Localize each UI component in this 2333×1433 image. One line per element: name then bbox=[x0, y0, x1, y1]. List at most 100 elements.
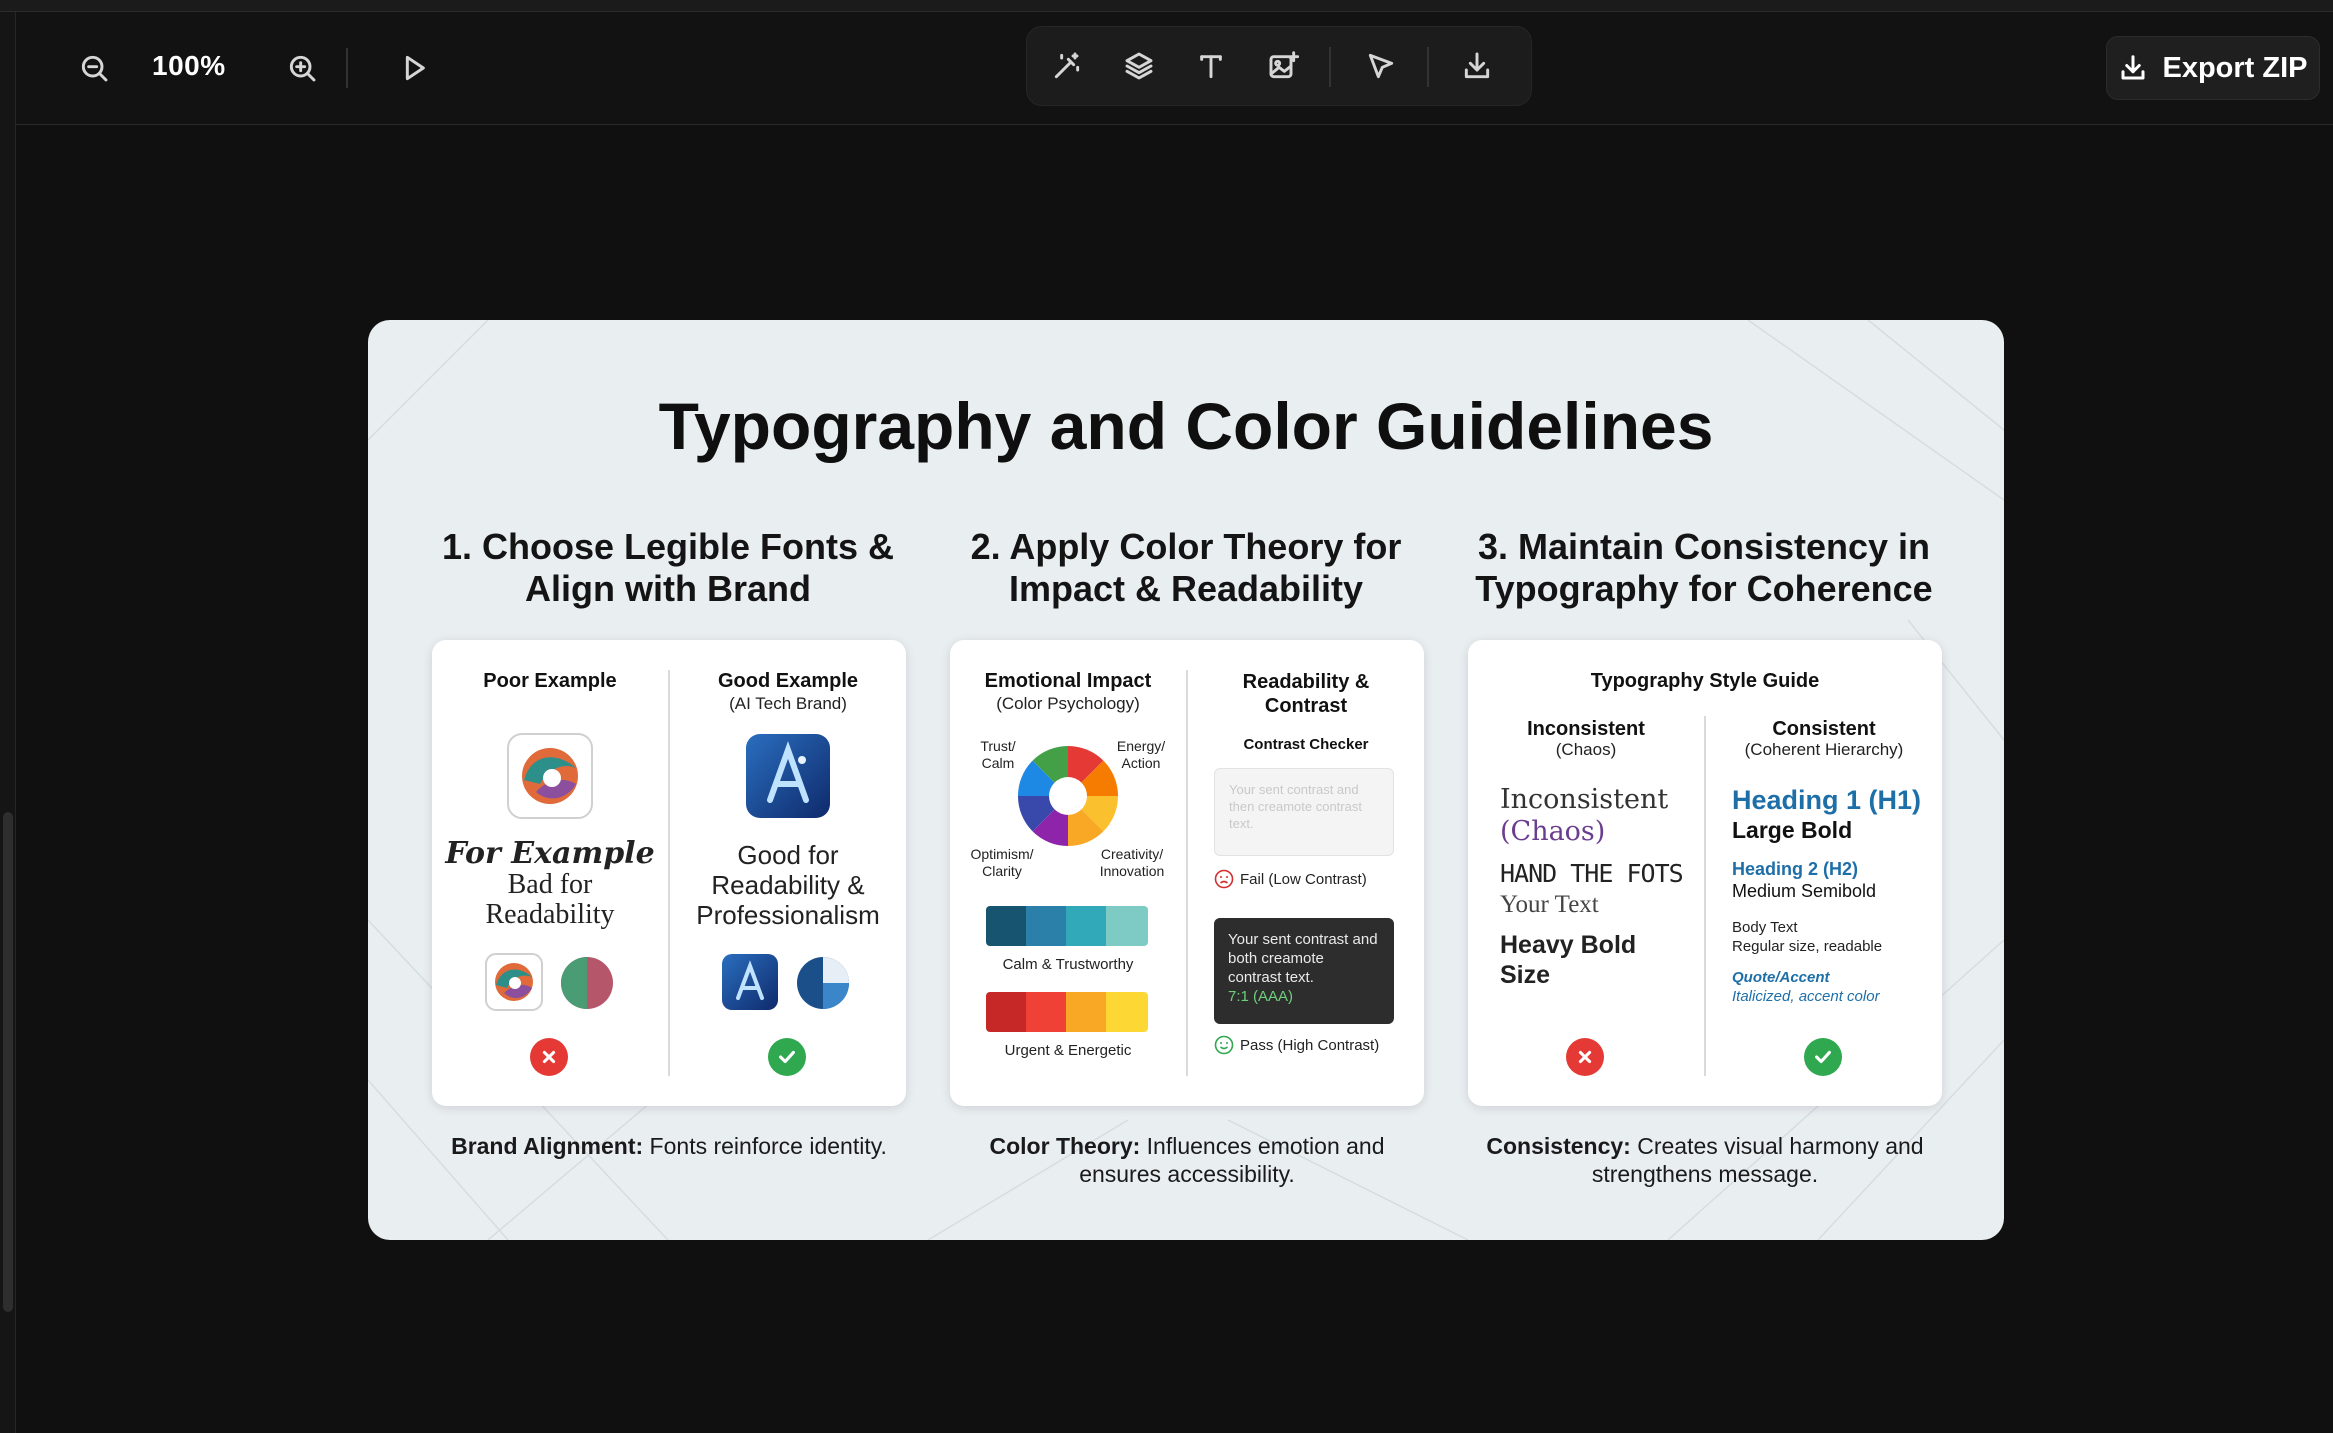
pass-label: Pass (High Contrast) bbox=[1240, 1036, 1380, 1054]
zoom-out-button[interactable] bbox=[66, 40, 122, 96]
quote-sample: Quote/Accent bbox=[1732, 969, 1830, 986]
fail-label: Fail (Low Contrast) bbox=[1240, 870, 1367, 888]
image-tool-button[interactable] bbox=[1255, 38, 1311, 94]
tool-separator bbox=[1329, 47, 1331, 87]
consistent-sub: (Coherent Hierarchy) bbox=[1744, 740, 1904, 759]
tool-separator bbox=[1427, 47, 1429, 87]
window-top-border bbox=[0, 0, 2333, 12]
column-2-caption: Color Theory: Influences emotion and ens… bbox=[927, 1132, 1447, 1188]
card-divider bbox=[1186, 670, 1188, 1076]
calm-palette-label: Calm & Trustworthy bbox=[1002, 956, 1134, 973]
good-example-sub: (AI Tech Brand) bbox=[729, 694, 847, 713]
readability-line: Readability & bbox=[1242, 671, 1370, 693]
contrast-ratio: 7:1 (AAA) bbox=[1228, 988, 1294, 1005]
caption-text: Influences emotion and bbox=[1140, 1133, 1385, 1159]
inconsistent-sub: (Chaos) bbox=[1555, 740, 1617, 759]
low-contrast-sample: Your sent contrast and then creamote con… bbox=[1214, 768, 1394, 856]
heading-line: 1. Choose Legible Fonts & bbox=[441, 526, 895, 567]
swatch bbox=[986, 906, 1027, 946]
good-mark-icon bbox=[768, 1038, 806, 1076]
swatch bbox=[1026, 992, 1067, 1032]
caption-bold: Color Theory: bbox=[989, 1133, 1141, 1159]
swatch bbox=[1066, 906, 1107, 946]
zoom-in-button[interactable] bbox=[274, 40, 330, 96]
smile-face-icon bbox=[1214, 1035, 1234, 1055]
calm-palette bbox=[986, 906, 1148, 946]
zoom-in-icon bbox=[289, 55, 316, 82]
heading-line: Impact & Readability bbox=[1008, 568, 1364, 609]
inc-caps-text: HAND THE FOTS bbox=[1500, 859, 1684, 888]
high-contrast-sample: Your sent contrast and both creamote con… bbox=[1214, 918, 1394, 1024]
good-logo-icon bbox=[746, 734, 830, 818]
caption-bold: Consistency: bbox=[1486, 1133, 1631, 1159]
inc-serif-text: Your Text bbox=[1500, 891, 1599, 918]
caption-text: Creates visual harmony and bbox=[1630, 1133, 1924, 1159]
bad-mark-icon bbox=[530, 1038, 568, 1076]
poor-example-text: Bad for Readability bbox=[432, 870, 668, 930]
bad-mark-icon bbox=[1566, 1038, 1604, 1076]
swatch bbox=[986, 992, 1027, 1032]
poor-line: Readability bbox=[485, 899, 615, 930]
color-card: Emotional Impact (Color Psychology) Trus… bbox=[950, 640, 1424, 1106]
fail-row: Fail (Low Contrast) bbox=[1214, 868, 1414, 890]
left-scroll-rail bbox=[0, 12, 16, 1433]
pass-row: Pass (High Contrast) bbox=[1214, 1034, 1414, 1056]
pointer-icon bbox=[1368, 53, 1394, 79]
zoom-level[interactable]: 100% bbox=[152, 50, 226, 82]
play-icon bbox=[405, 55, 425, 81]
good-small-logo-icon bbox=[722, 954, 778, 1010]
good-example-text: Good for Readability & Professionalism bbox=[670, 840, 906, 930]
card-divider bbox=[1704, 716, 1706, 1076]
download-button[interactable] bbox=[1449, 38, 1505, 94]
body-sample: Body Text bbox=[1732, 919, 1798, 936]
contrast-checker-label: Contrast Checker bbox=[1243, 736, 1369, 753]
heading-line: Align with Brand bbox=[525, 568, 811, 609]
magic-wand-icon bbox=[1054, 52, 1080, 79]
quote-desc: Italicized, accent color bbox=[1732, 988, 1880, 1005]
color-wheel bbox=[1017, 745, 1119, 847]
export-zip-button[interactable]: Export ZIP bbox=[2106, 36, 2320, 100]
urgent-palette bbox=[986, 992, 1148, 1032]
swatch bbox=[1106, 906, 1148, 946]
high-contrast-text: Your sent contrast and both creamote con… bbox=[1228, 931, 1378, 986]
slide-canvas[interactable]: Typography and Color Guidelines 1. Choos… bbox=[368, 320, 2004, 1240]
magic-wand-button[interactable] bbox=[1039, 38, 1095, 94]
consistent-samples: Heading 1 (H1) Large Bold Heading 2 (H2)… bbox=[1732, 784, 1938, 1006]
column-1-caption: Brand Alignment: Fonts reinforce identit… bbox=[409, 1132, 929, 1160]
emotional-impact-sub: (Color Psychology) bbox=[996, 694, 1140, 713]
inconsistent-samples: Inconsistent (Chaos) HAND THE FOTS Your … bbox=[1500, 784, 1700, 990]
app-window: 100% Export ZIP Typography and Color Gui… bbox=[0, 0, 2333, 1433]
select-tool-button[interactable] bbox=[1353, 38, 1409, 94]
layers-button[interactable] bbox=[1111, 38, 1167, 94]
scrollbar-thumb[interactable] bbox=[3, 812, 13, 1312]
tool-group bbox=[1026, 26, 1532, 106]
slide-title: Typography and Color Guidelines bbox=[658, 389, 1714, 463]
consistent-label: Consistent bbox=[1772, 718, 1876, 740]
export-label: Export ZIP bbox=[2162, 51, 2308, 84]
good-example-label: Good Example bbox=[717, 670, 859, 692]
style-guide-label: Typography Style Guide bbox=[1590, 670, 1820, 692]
caption-text: ensures accessibility. bbox=[1079, 1161, 1295, 1187]
inconsistent-label: Inconsistent bbox=[1527, 718, 1645, 740]
caption-bold: Brand Alignment: bbox=[451, 1133, 644, 1159]
emotional-impact-label: Emotional Impact bbox=[984, 670, 1152, 692]
fonts-card: Poor Example Good Example (AI Tech Brand… bbox=[432, 640, 906, 1106]
creativity-innovation-label: Creativity/ Innovation bbox=[1099, 846, 1165, 879]
good-line: Good for bbox=[737, 840, 839, 870]
sad-face-icon bbox=[1214, 869, 1234, 889]
play-button[interactable] bbox=[386, 40, 442, 96]
good-circle-icon bbox=[797, 957, 849, 1009]
image-add-icon bbox=[1269, 51, 1299, 79]
poor-circle-icon bbox=[561, 957, 613, 1009]
inc-bold-text: Size bbox=[1500, 961, 1551, 989]
caption-text: strengthens message. bbox=[1591, 1161, 1819, 1187]
text-tool-button[interactable] bbox=[1183, 38, 1239, 94]
heading-line: Typography for Coherence bbox=[1475, 568, 1933, 609]
urgent-palette-label: Urgent & Energetic bbox=[1004, 1042, 1132, 1059]
inc-serif-text: (Chaos) bbox=[1500, 816, 1606, 847]
caption-text: Fonts reinforce identity. bbox=[643, 1133, 887, 1159]
h2-sample: Heading 2 (H2) bbox=[1732, 859, 1859, 879]
inc-bold-text: Heavy Bold bbox=[1500, 931, 1637, 959]
swatch bbox=[1066, 992, 1107, 1032]
layers-icon bbox=[1125, 52, 1153, 80]
